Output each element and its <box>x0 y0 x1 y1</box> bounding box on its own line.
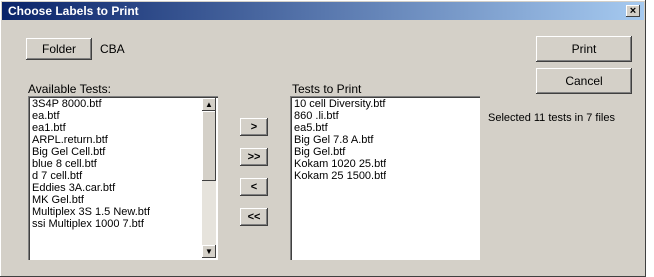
list-item[interactable]: Multiplex 3S 1.5 New.btf <box>32 206 150 218</box>
list-item[interactable]: ea5.btf <box>294 122 386 134</box>
list-item[interactable]: Eddies 3A.car.btf <box>32 182 150 194</box>
scroll-down-arrow-icon[interactable]: ▼ <box>202 245 216 258</box>
list-item[interactable]: Big Gel.btf <box>294 146 386 158</box>
list-item[interactable]: Kokam 1020 25.btf <box>294 158 386 170</box>
list-item[interactable]: 3S4P 8000.btf <box>32 98 150 110</box>
list-item[interactable]: 860 .li.btf <box>294 110 386 122</box>
list-item[interactable]: ea.btf <box>32 110 150 122</box>
cancel-button[interactable]: Cancel <box>536 68 632 94</box>
list-item[interactable]: blue 8 cell.btf <box>32 158 150 170</box>
choose-labels-dialog: Choose Labels to Print × Folder CBA Avai… <box>0 0 646 277</box>
list-item[interactable]: ssi Multiplex 1000 7.btf <box>32 218 150 230</box>
list-item[interactable]: MK Gel.btf <box>32 194 150 206</box>
list-item[interactable]: Big Gel Cell.btf <box>32 146 150 158</box>
available-tests-list[interactable]: 3S4P 8000.btf ea.btf ea1.btf ARPL.return.bt… <box>28 96 218 260</box>
scroll-thumb[interactable] <box>202 111 216 181</box>
tests-to-print-label: Tests to Print <box>292 82 362 96</box>
selection-status: Selected 11 tests in 7 files <box>488 112 615 124</box>
add-test-button[interactable]: > <box>240 118 268 136</box>
title-bar[interactable]: Choose Labels to Print × <box>2 2 644 20</box>
dialog-title: Choose Labels to Print <box>8 4 139 18</box>
remove-all-tests-button[interactable]: << <box>240 208 268 226</box>
available-tests-label: Available Tests: <box>28 82 111 96</box>
print-button[interactable]: Print <box>536 36 632 62</box>
scroll-up-arrow-icon[interactable]: ▲ <box>202 98 216 111</box>
available-tests-items: 3S4P 8000.btf ea.btf ea1.btf ARPL.return.bt… <box>32 98 150 230</box>
list-item[interactable]: ARPL.return.btf <box>32 134 150 146</box>
list-item[interactable]: 10 cell Diversity.btf <box>294 98 386 110</box>
folder-value: CBA <box>100 42 125 56</box>
close-icon[interactable]: × <box>626 5 640 17</box>
list-item[interactable]: ea1.btf <box>32 122 150 134</box>
tests-to-print-list[interactable]: 10 cell Diversity.btf 860 .li.btf ea5.btf B… <box>290 96 480 260</box>
folder-button[interactable]: Folder <box>26 38 92 60</box>
add-all-tests-button[interactable]: >> <box>240 148 268 166</box>
tests-to-print-items: 10 cell Diversity.btf 860 .li.btf ea5.btf B… <box>294 98 386 182</box>
available-tests-scrollbar[interactable]: ▲ ▼ <box>202 98 216 258</box>
remove-test-button[interactable]: < <box>240 178 268 196</box>
list-item[interactable]: d 7 cell.btf <box>32 170 150 182</box>
list-item[interactable]: Big Gel 7.8 A.btf <box>294 134 386 146</box>
list-item[interactable]: Kokam 25 1500.btf <box>294 170 386 182</box>
